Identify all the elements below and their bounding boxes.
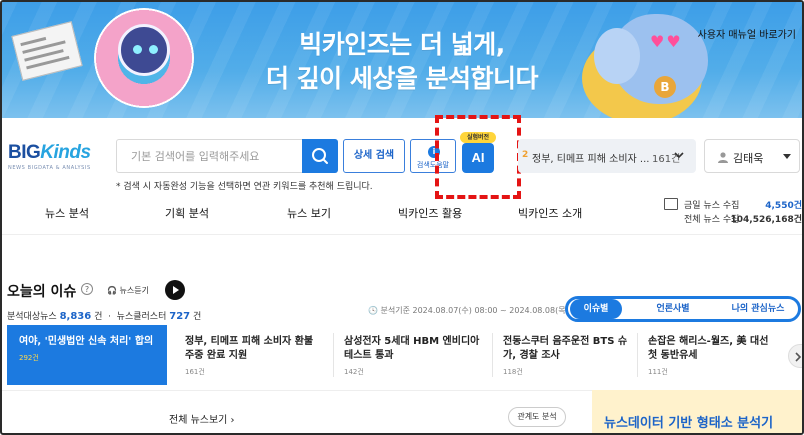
today-collect-label: 금일 뉴스 수집 <box>684 201 740 211</box>
play-button[interactable] <box>165 280 185 300</box>
today-issue-title: 오늘의 이슈 <box>7 284 77 300</box>
user-menu[interactable]: 김태욱 <box>704 139 800 173</box>
logo-subtitle: NEWS BIGDATA & ANALYSIS <box>8 165 91 171</box>
banner-headline-line2: 더 깊이 세상을 분석합니다 <box>265 64 539 93</box>
analysis-counts: 분석대상뉴스 8,836 건 · 뉴스클러스터 727 건 <box>7 311 202 322</box>
caret-down-icon <box>783 154 791 159</box>
detail-search-button[interactable]: 상세 검색 <box>343 139 405 173</box>
document-icon <box>664 198 678 210</box>
nav-item-bigkinds-intro[interactable]: 빅카인즈 소개 <box>518 205 582 221</box>
coin-b-icon: B <box>654 76 676 98</box>
banner-headline-line1: 빅카인즈는 더 넓게, <box>299 30 505 59</box>
morpheme-analyzer-banner[interactable]: 뉴스데이터 기반 형태소 분석기 <box>592 390 802 433</box>
tab-my-interest[interactable]: 나의 관심뉴스 <box>718 299 798 319</box>
chevron-down-icon <box>674 152 684 159</box>
issue-cards: 여야, '민생법안 신속 처리' 합의 292건 정부, 티메프 피해 소비자 … <box>7 325 802 385</box>
cluster-value: 727 <box>169 311 191 322</box>
issue-card[interactable]: 정부, 티메프 피해 소비자 환불 주중 완료 지원 161건 <box>173 325 333 385</box>
issue-card[interactable]: 전동스쿠터 음주운전 BTS 슈가, 경찰 조사 118건 <box>491 325 651 385</box>
clock-icon: 🕓 <box>368 306 378 315</box>
user-icon <box>718 152 728 163</box>
nav-item-news-analysis[interactable]: 뉴스 분석 <box>45 205 89 221</box>
total-collect-value: 104,526,168건 <box>730 215 802 225</box>
help-icon[interactable]: ? <box>81 283 93 295</box>
bigkinds-logo[interactable]: BIGKinds NEWS BIGDATA & ANALYSIS <box>8 142 100 178</box>
search-button[interactable] <box>302 139 338 173</box>
user-manual-link[interactable]: 사용자 매뉴얼 바로가기 <box>698 26 796 41</box>
issue-card-count: 292건 <box>19 354 39 362</box>
highlight-dashed-box <box>435 115 521 199</box>
today-collect-value: 4,550건 <box>765 201 802 211</box>
next-cards-button[interactable] <box>788 344 802 368</box>
nav-item-planned-analysis[interactable]: 기획 분석 <box>165 205 209 221</box>
banner-headline: 빅카인즈는 더 넓게, 더 깊이 세상을 분석합니다 <box>212 28 592 96</box>
nav-item-bigkinds-usage[interactable]: 빅카인즈 활용 <box>398 205 462 221</box>
relation-analysis-button[interactable]: 관계도 분석 <box>508 407 566 427</box>
issue-card[interactable]: 삼성전자 5세대 HBM 엔비디아 테스트 통과 142건 <box>332 325 492 385</box>
issue-card-title: 정부, 티메프 피해 소비자 환불 주중 완료 지원 <box>185 336 314 361</box>
issue-text: 정부, 티메프 피해 소비자 ... <box>532 154 650 165</box>
view-all-news-link[interactable]: 전체 뉴스보기 › <box>169 411 235 426</box>
search-input[interactable] <box>117 140 303 172</box>
news-listen-text: 뉴스듣기 <box>119 286 149 295</box>
issue-card-count: 118건 <box>503 368 523 376</box>
tab-by-press[interactable]: 언론사별 <box>638 299 708 319</box>
heart-glasses-icon: ♥♥ <box>650 32 683 51</box>
hero-banner[interactable]: 빅카인즈는 더 넓게, 더 깊이 세상을 분석합니다 ♥♥ B 사용자 매뉴얼 … <box>2 2 802 118</box>
collection-stats: 금일 뉴스 수집 4,550건 전체 뉴스 수집 104,526,168건 <box>664 198 802 226</box>
issue-card-count: 161건 <box>185 368 205 376</box>
issue-dropdown[interactable]: 2 정부, 티메프 피해 소비자 ... 161건 <box>518 139 696 173</box>
browser-frame: 빅카인즈는 더 넓게, 더 깊이 세상을 분석합니다 ♥♥ B 사용자 매뉴얼 … <box>0 0 804 435</box>
logo-big: BIG <box>8 142 41 163</box>
target-news-unit: 건 <box>94 312 103 322</box>
analysis-period: 🕓 분석기준 2024.08.07(수) 08:00 ~ 2024.08.08(… <box>368 305 594 316</box>
issue-card-title: 삼성전자 5세대 HBM 엔비디아 테스트 통과 <box>344 336 480 361</box>
issue-card-title: 전동스쿠터 음주운전 BTS 슈가, 경찰 조사 <box>503 336 628 361</box>
analysis-period-text: 분석기준 2024.08.07(수) 08:00 ~ 2024.08.08(목)… <box>380 306 595 315</box>
target-news-label: 분석대상뉴스 <box>7 312 57 322</box>
tab-by-issue[interactable]: 이슈별 <box>570 299 622 319</box>
issue-card-title: 여야, '민생법안 신속 처리' 합의 <box>19 336 154 347</box>
issue-rank: 2 <box>522 150 529 160</box>
logo-kinds: Kinds <box>40 142 91 163</box>
news-listen-label[interactable]: 🎧 뉴스듣기 <box>107 285 149 296</box>
cluster-unit: 건 <box>192 312 202 322</box>
issue-tabs: 이슈별 언론사별 나의 관심뉴스 <box>565 296 801 322</box>
search-icon <box>312 148 328 164</box>
headphones-icon: 🎧 <box>107 286 117 295</box>
target-news-value: 8,836 <box>59 311 92 322</box>
morpheme-analyzer-title: 뉴스데이터 기반 형태소 분석기 <box>604 416 774 431</box>
issue-card[interactable]: 손잡은 해리스-월즈, 美 대선 첫 동반유세 111건 <box>636 325 786 385</box>
nav-item-news-view[interactable]: 뉴스 보기 <box>287 205 331 221</box>
issue-card-count: 142건 <box>344 368 364 376</box>
robot-mascot-icon <box>118 24 170 76</box>
issue-card-count: 111건 <box>648 368 668 376</box>
user-name: 김태욱 <box>733 152 764 165</box>
issue-card[interactable]: 여야, '민생법안 신속 처리' 합의 292건 <box>7 325 167 385</box>
issue-card-title: 손잡은 해리스-월즈, 美 대선 첫 동반유세 <box>648 336 769 361</box>
search-box <box>116 139 338 173</box>
chevron-right-icon <box>795 352 802 362</box>
cluster-label: 뉴스클러스터 <box>116 312 167 322</box>
autocomplete-hint: * 검색 시 자동완성 기능을 선택하면 연관 키워드를 추천해 드립니다. <box>116 182 373 192</box>
divider <box>2 234 802 235</box>
